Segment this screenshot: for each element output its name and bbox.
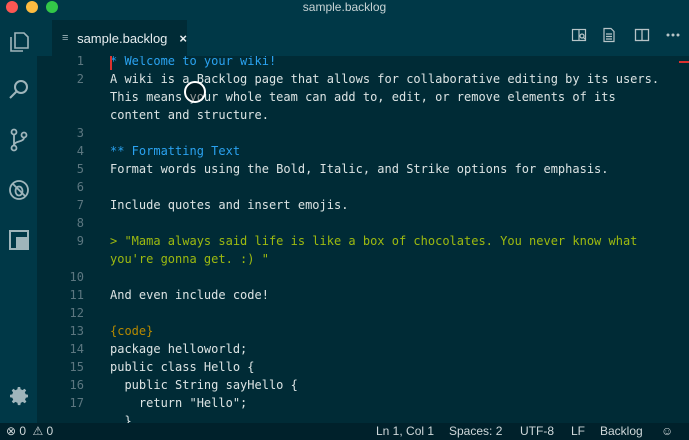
warning-count: 0: [46, 424, 54, 438]
overview-ruler-cursor-mark: [679, 61, 689, 63]
split-editor-icon[interactable]: [634, 27, 650, 43]
line-number: 1: [76, 56, 84, 68]
tab-sample-backlog[interactable]: ≡ sample.backlog ×: [52, 20, 187, 56]
line-number: 4: [76, 144, 84, 158]
line-text: Format words using the Bold, Italic, and…: [110, 162, 609, 176]
line-number: 2: [76, 72, 84, 86]
line-text: Include quotes and insert emojis.: [110, 198, 349, 212]
search-icon[interactable]: [7, 78, 31, 102]
eol-setting[interactable]: LF: [571, 423, 585, 440]
line-number: 5: [76, 162, 84, 176]
open-preview-to-side-icon[interactable]: [571, 27, 587, 43]
line-text: you're gonna get. :) ": [110, 252, 269, 266]
line-number: 14: [69, 342, 84, 356]
minimize-window-button[interactable]: [26, 1, 38, 13]
line-text: }: [110, 414, 132, 423]
settings-gear-icon[interactable]: [7, 384, 31, 408]
line-number: 16: [69, 378, 84, 392]
line-number: 9: [76, 234, 84, 248]
line-number: 10: [69, 270, 84, 284]
line-text: public class Hello {: [110, 360, 255, 374]
tab-label: sample.backlog: [77, 30, 168, 46]
tab-bar: ≡ sample.backlog ×: [37, 14, 689, 56]
close-window-button[interactable]: [6, 1, 18, 13]
line-number: 11: [69, 288, 84, 302]
line-number: 12: [69, 306, 84, 320]
line-number: 7: [76, 198, 84, 212]
status-bar: ⊗ 0 ⚠ 0 Ln 1, Col 1 Spaces: 2 UTF-8 LF B…: [0, 423, 689, 440]
error-count: 0: [19, 424, 27, 438]
more-actions-icon[interactable]: [665, 27, 681, 43]
mouse-cursor-icon: [184, 81, 206, 103]
line-text: package helloworld;: [110, 342, 248, 356]
line-number: 6: [76, 180, 84, 194]
source-control-icon[interactable]: [7, 128, 31, 152]
maximize-window-button[interactable]: [46, 1, 58, 13]
line-text: > "Mama always said life is like a box o…: [110, 234, 638, 248]
warning-icon: ⚠: [32, 424, 44, 438]
cursor-position[interactable]: Ln 1, Col 1: [376, 423, 434, 440]
line-text: content and structure.: [110, 108, 269, 122]
line-text: return "Hello";: [110, 396, 248, 410]
language-mode[interactable]: Backlog: [600, 423, 643, 440]
line-number: 8: [76, 216, 84, 230]
error-icon: ⊗: [6, 424, 17, 438]
line-number: 17: [69, 396, 84, 410]
editor[interactable]: 1 * Welcome to your wiki! 2 A wiki is a Bac…: [37, 56, 689, 423]
extensions-icon[interactable]: [7, 228, 31, 252]
tab-close-icon[interactable]: ×: [179, 31, 187, 46]
indentation-setting[interactable]: Spaces: 2: [449, 423, 502, 440]
line-text: ** Formatting Text: [110, 144, 241, 158]
activity-bar: [0, 14, 37, 423]
file-icon: ≡: [62, 32, 69, 44]
title-bar: sample.backlog: [0, 0, 689, 14]
debug-icon[interactable]: [7, 178, 31, 202]
open-preview-icon[interactable]: [601, 27, 617, 43]
explorer-icon[interactable]: [7, 30, 31, 54]
line-text: * Welcome to your wiki!: [110, 56, 277, 68]
line-number: 3: [76, 126, 84, 140]
line-text: public String sayHello {: [110, 378, 298, 392]
line-text: And even include code!: [110, 288, 269, 302]
encoding-setting[interactable]: UTF-8: [520, 423, 554, 440]
line-number: 15: [69, 360, 84, 374]
problems-indicator[interactable]: ⊗ 0 ⚠ 0: [6, 423, 53, 440]
line-text: {code}: [110, 324, 154, 338]
feedback-smiley-icon[interactable]: ☺: [661, 423, 673, 440]
text-cursor: [110, 56, 112, 70]
window-title: sample.backlog: [302, 0, 387, 14]
line-number: 13: [69, 324, 84, 338]
